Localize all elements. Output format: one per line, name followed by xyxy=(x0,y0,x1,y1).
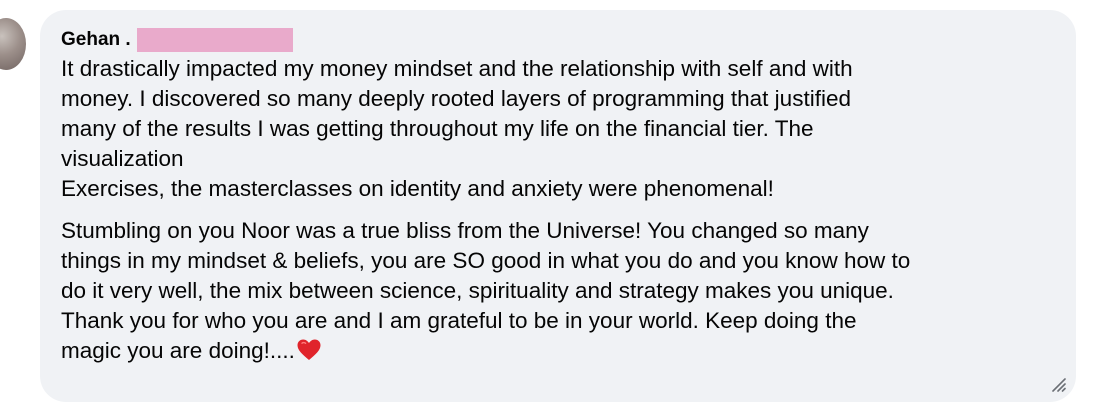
comment-line: things in my mindset & beliefs, you are … xyxy=(61,248,911,273)
comment-line-last: magic you are doing!.... xyxy=(61,336,1056,366)
resize-handle-icon[interactable] xyxy=(1050,376,1066,392)
comment-line: money. I discovered so many deeply roote… xyxy=(61,86,851,111)
comment-line: Exercises, the masterclasses on identity… xyxy=(61,176,774,201)
comment-line: many of the results I was getting throug… xyxy=(61,116,814,141)
comment-paragraph-1: It drastically impacted my money mindset… xyxy=(61,54,1056,204)
avatar[interactable] xyxy=(0,18,26,70)
comment-line-text: magic you are doing!.... xyxy=(61,338,295,363)
redacted-name-block xyxy=(136,28,293,52)
comment-bubble: Gehan . It drastically impacted my money… xyxy=(40,10,1076,402)
comment-line: visualization xyxy=(61,146,184,171)
comment-line: Thank you for who you are and I am grate… xyxy=(61,308,857,333)
heart-emoji-icon xyxy=(297,339,321,360)
comment-line: It drastically impacted my money mindset… xyxy=(61,56,853,81)
comment-paragraph-2: Stumbling on you Noor was a true bliss f… xyxy=(61,216,1056,366)
comment-line: Stumbling on you Noor was a true bliss f… xyxy=(61,218,869,243)
comment-header: Gehan . xyxy=(61,26,1056,54)
author-name[interactable]: Gehan . xyxy=(61,29,131,51)
comment-line: do it very well, the mix between science… xyxy=(61,278,894,303)
